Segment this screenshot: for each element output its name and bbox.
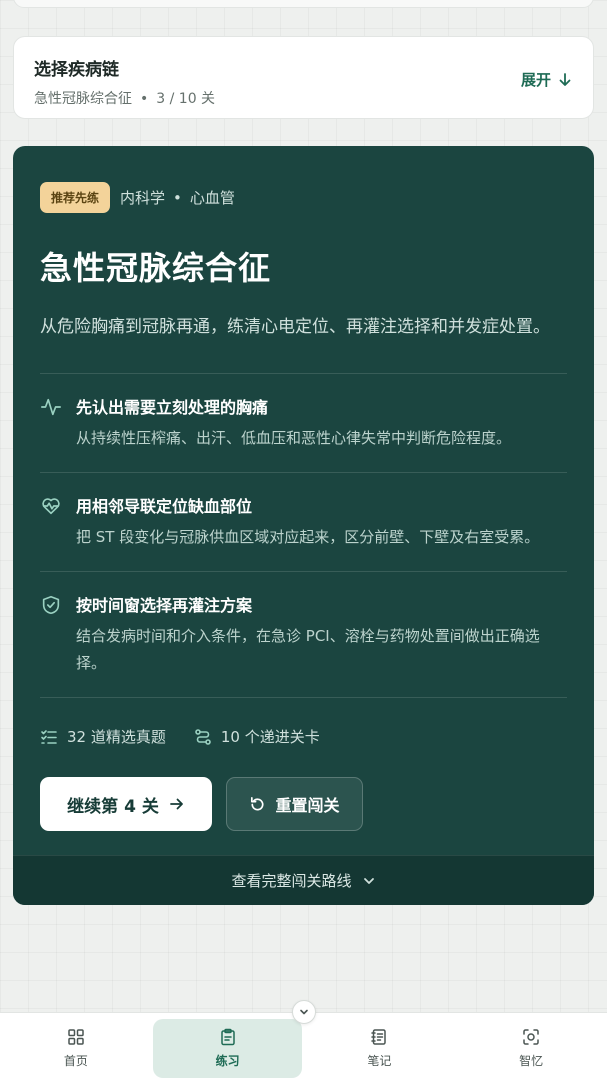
- recommend-badge: 推荐先练: [40, 182, 111, 213]
- route-label: 查看完整闯关路线: [231, 872, 352, 890]
- expand-label: 展开: [520, 71, 551, 89]
- feature-item: 用相邻导联定位缺血部位 把 ST 段变化与冠脉供血区域对应起来，区分前壁、下壁及…: [40, 473, 567, 571]
- chevron-down-icon: [363, 877, 374, 884]
- route-icon: [195, 728, 211, 745]
- expand-button[interactable]: 展开: [521, 69, 573, 90]
- arrow-right-icon: [169, 798, 183, 810]
- nav-label-memory: 智忆: [519, 1054, 544, 1068]
- heartbeat-icon: [41, 398, 61, 416]
- level-count: 10 个递进关卡: [194, 726, 320, 747]
- category-separator: •: [173, 189, 182, 207]
- disease-chain-selector[interactable]: 选择疾病链 急性冠脉综合征 • 3 / 10 关 展开: [13, 36, 594, 119]
- grid-icon: [68, 1029, 84, 1045]
- feature-title: 用相邻导联定位缺血部位: [76, 497, 253, 516]
- question-count-label: 32 道精选真题: [67, 728, 166, 746]
- reset-challenge-button[interactable]: 重置闯关: [226, 777, 363, 831]
- view-route-button[interactable]: 查看完整闯关路线: [13, 855, 594, 905]
- collapse-nav-button[interactable]: [292, 1000, 316, 1024]
- checklist-icon: [41, 729, 57, 744]
- clipboard-icon: [220, 1028, 235, 1046]
- nav-label-home: 首页: [63, 1054, 88, 1068]
- shield-check-icon: [42, 595, 60, 615]
- stats-row: 32 道精选真题 10 个递进关卡: [40, 698, 567, 747]
- memory-scan-icon: [523, 1029, 539, 1045]
- previous-card: [13, 0, 594, 8]
- chain-progress: 3 / 10 关: [156, 91, 216, 107]
- chain-subtitle: 急性冠脉综合征 • 3 / 10 关: [34, 88, 573, 108]
- category-minor: 心血管: [189, 189, 235, 207]
- arrow-down-icon: [559, 72, 571, 86]
- nav-item-home[interactable]: 首页: [1, 1019, 150, 1078]
- recommended-chain-card: 推荐先练 内科学 • 心血管 急性冠脉综合征 从危险胸痛到冠脉再通，练清心电定位、再…: [13, 146, 594, 905]
- nav-label-notes: 笔记: [367, 1054, 392, 1068]
- continue-label: 继续第 4 关: [67, 796, 159, 817]
- nav-label-practice: 练习: [215, 1054, 240, 1068]
- feature-item: 按时间窗选择再灌注方案 结合发病时间和介入条件，在急诊 PCI、溶栓与药物处置间…: [40, 572, 567, 697]
- feature-item: 先认出需要立刻处理的胸痛 从持续性压榨痛、出汗、低血压和恶性心律失常中判断危险程…: [40, 374, 567, 472]
- reset-icon: [251, 796, 265, 810]
- heart-pulse-icon: [42, 498, 60, 515]
- action-buttons: 继续第 4 关 重置闯关: [40, 777, 567, 831]
- feature-title: 按时间窗选择再灌注方案: [76, 596, 253, 615]
- feature-description: 结合发病时间和介入条件，在急诊 PCI、溶栓与药物处置间做出正确选择。: [76, 627, 540, 672]
- category-label: 内科学 • 心血管: [120, 187, 235, 208]
- nav-item-memory[interactable]: 智忆: [457, 1019, 606, 1078]
- feature-description: 把 ST 段变化与冠脉供血区域对应起来，区分前壁、下壁及右室受累。: [76, 528, 540, 546]
- chain-separator: •: [140, 91, 149, 107]
- tag-row: 推荐先练 内科学 • 心血管: [40, 182, 567, 213]
- reset-label: 重置闯关: [275, 796, 340, 815]
- nav-item-practice[interactable]: 练习: [153, 1019, 303, 1078]
- nav-item-notes[interactable]: 笔记: [305, 1019, 454, 1078]
- feature-description: 从持续性压榨痛、出汗、低血压和恶性心律失常中判断危险程度。: [76, 429, 512, 447]
- level-count-label: 10 个递进关卡: [220, 728, 320, 746]
- card-title: 急性冠脉综合征: [40, 249, 272, 287]
- feature-title: 先认出需要立刻处理的胸痛: [76, 398, 269, 417]
- chain-title: 选择疾病链: [34, 60, 119, 80]
- chain-disease: 急性冠脉综合征: [34, 91, 132, 107]
- continue-level-button[interactable]: 继续第 4 关: [40, 777, 212, 831]
- notebook-icon: [371, 1029, 387, 1045]
- chevron-down-icon: [300, 1009, 308, 1015]
- card-description: 从危险胸痛到冠脉再通，练清心电定位、再灌注选择和并发症处置。: [40, 317, 550, 337]
- category-major: 内科学: [120, 189, 166, 207]
- question-count: 32 道精选真题: [40, 726, 166, 747]
